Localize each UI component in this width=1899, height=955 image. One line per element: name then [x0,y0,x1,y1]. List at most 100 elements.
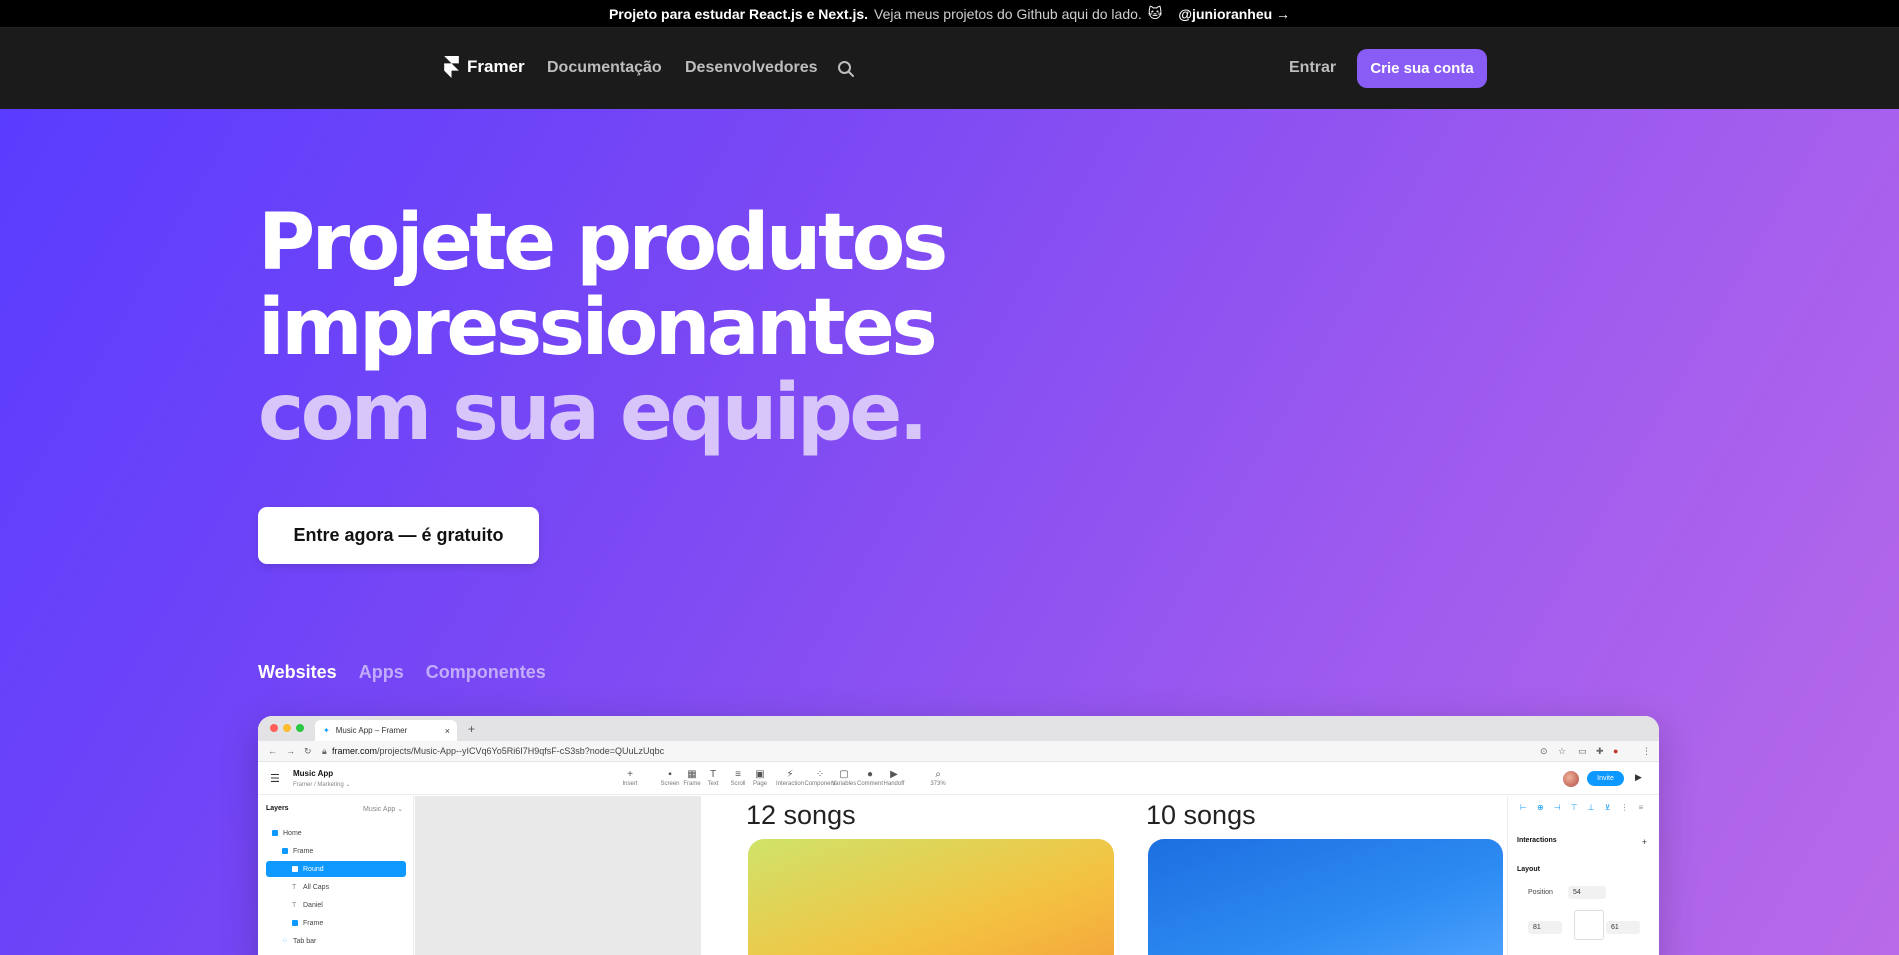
framer-logo-icon [444,56,459,78]
album-card-1 [748,839,1114,955]
align-top-icon: ⊤ [1570,803,1578,812]
tab-websites[interactable]: Websites [258,662,337,683]
signup-button[interactable]: Crie sua conta [1357,49,1487,88]
tool-label: Insert [622,781,638,787]
profile-icon: ● [1613,746,1619,756]
layer-label: Frame [303,919,324,927]
tool-icon: + [627,769,633,780]
layout-label: Layout [1517,866,1540,873]
frame-layer-icon [282,848,288,854]
url-domain: framer.com [332,746,378,756]
hamburger-icon: ☰ [270,773,280,785]
tool-label: Page [752,781,767,787]
framer-logo[interactable]: Framer [444,56,525,78]
text-layer-icon: T [292,901,297,909]
layer-label: Tab bar [293,937,317,945]
frame-layer-icon [292,866,298,872]
frame-layer-icon [292,920,298,926]
invite-button: Invite [1587,771,1624,786]
brand-name: Framer [467,57,525,76]
extensions-icon: ✚ [1596,746,1604,756]
hero-section: Projete produtos impressionantes com sua… [0,109,1899,955]
layer-label: Daniel [303,901,323,909]
browser-tab-title: Music App – Framer [335,726,408,735]
tab-close-icon: × [444,725,450,736]
layer-row: Frame [266,915,406,931]
cast-icon: ▭ [1578,746,1587,756]
layer-row: T Daniel [266,897,406,913]
tool-10: ▶ Handoff [874,769,914,787]
layers-panel: Layers Music App ⌄ Home Frame Round T All Ca… [258,796,414,955]
layer-row: Round [266,861,406,877]
framer-toolbar: ☰ Music App Framer / Marketing ⌄ + Insert… [258,762,1659,795]
cat-emoji: 🐱 [1147,5,1163,21]
lock-icon: 🔒︎ [322,746,327,756]
layer-label: Round [303,865,324,873]
browser-tab-bar: ✦ Music App – Framer × + [258,716,1659,741]
product-tabs: Websites Apps Componentes [258,662,546,683]
align-left-icon: ⊢ [1520,803,1527,812]
hero-headline: Projete produtos impressionantes com sua… [258,201,948,458]
properties-panel: ⊢ ⊕ ⊣ ⊤ ⊥ ⊻ ⋮ ≡ Interactions + Layout Po… [1507,796,1659,955]
top-nav: Framer Documentação Desenvolvedores Entr… [0,28,1899,109]
tool-icon: ▶ [890,769,898,780]
browser-tab: ✦ Music App – Framer × [315,720,457,741]
left-value: 81 [1528,921,1562,934]
back-arrow-icon: ← [268,746,277,756]
search-icon[interactable] [837,60,855,78]
tool-label: 373% [930,781,946,787]
align-bottom-icon: ⊻ [1604,803,1611,812]
layer-row: ⁘ Tab bar [266,933,406,949]
interactions-label: Interactions [1517,837,1557,844]
headline-line-3: com sua equipe. [258,368,928,458]
project-path: Framer / Marketing ⌄ [293,782,351,788]
project-name: Music App [293,769,334,778]
nav-link-developers[interactable]: Desenvolvedores [685,59,818,77]
headline-line-2: impressionantes [258,283,938,373]
product-screenshot: ✦ Music App – Framer × + ← → ↻ 🔒︎ framer… [258,716,1659,955]
announcement-bar: Projeto para estudar React.js e Next.js.… [0,0,1899,28]
align-center-icon: ⊕ [1536,803,1544,812]
tool-icon: ⌕ [935,769,941,780]
tool-label: Handoff [883,781,905,787]
announcement-text: Veja meus projetos do Github aqui do lad… [874,5,1142,22]
song-count-2: 10 songs [1146,800,1256,830]
close-dot-icon [270,724,278,732]
position-label: Position [1528,889,1553,896]
tool-11: ⌕ 373% [918,769,958,787]
minimize-dot-icon [283,724,291,732]
layer-row: T All Caps [266,879,406,895]
forward-arrow-icon: → [286,746,295,756]
browser-url-bar: ← → ↻ 🔒︎ framer.com/projects/Music-App--… [258,741,1659,762]
star-icon: ☆ [1558,746,1567,756]
layer-label: Frame [293,847,314,855]
browser-menu-icon: ⋮ [1642,746,1651,756]
login-link[interactable]: Entrar [1289,59,1336,77]
frame-layer-icon [272,830,278,836]
text-layer-icon: T [292,883,297,891]
new-tab-icon: + [468,722,476,736]
get-started-button[interactable]: Entre agora — é gratuito [258,507,539,564]
url-text: framer.com/projects/Music-App--yICVq6Yo5… [332,746,664,756]
nav-link-docs[interactable]: Documentação [547,59,662,77]
align-right-icon: ⊣ [1553,803,1561,812]
align-middle-icon: ⊥ [1587,803,1595,812]
location-icon: ⊙ [1540,746,1548,756]
tool-0: + Insert [610,769,650,787]
layer-label: Home [283,829,302,837]
constraints-widget [1574,910,1604,940]
grid-layer-icon: ⁘ [282,938,288,945]
announcement-strong: Projeto para estudar React.js e Next.js. [608,5,869,22]
url-path: /projects/Music-App--yICVq6Yo5Ri6I7H9qfs… [377,746,665,756]
layer-row: Home [266,825,406,841]
layers-page-select: Music App ⌄ [363,806,404,813]
right-value: 61 [1606,921,1640,934]
github-link[interactable]: @junioranheu → [1178,6,1290,22]
tab-components[interactable]: Componentes [426,662,546,683]
distribute-icon: ⋮ [1620,803,1629,812]
add-interaction-icon: + [1641,837,1647,847]
maximize-dot-icon [296,724,304,732]
tab-apps[interactable]: Apps [359,662,404,683]
avatar [1563,771,1579,787]
layer-label: All Caps [303,883,330,891]
